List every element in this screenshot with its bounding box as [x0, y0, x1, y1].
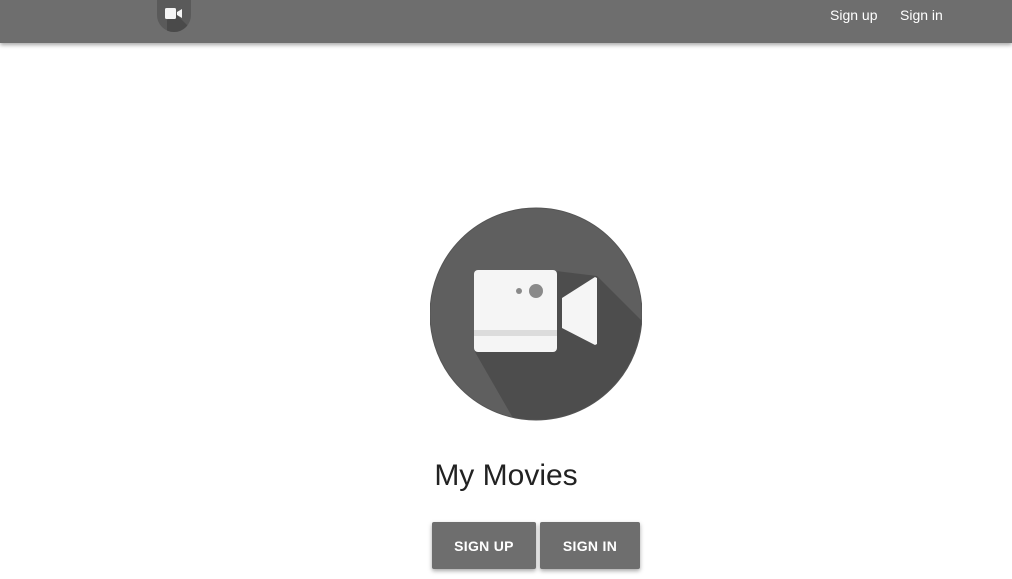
nav-sign-up-link[interactable]: Sign up [830, 7, 877, 23]
video-camera-icon[interactable] [157, 0, 191, 32]
video-camera-icon [429, 207, 643, 421]
sign-up-button[interactable]: SIGN UP [432, 522, 536, 569]
app-logo [429, 205, 643, 423]
nav-sign-in-link[interactable]: Sign in [900, 7, 943, 23]
video-camera-icon-graphic [165, 8, 191, 32]
sign-in-button[interactable]: SIGN IN [540, 522, 640, 569]
top-app-bar: Sign up Sign in [0, 0, 1012, 43]
app-title: My Movies [434, 459, 578, 492]
